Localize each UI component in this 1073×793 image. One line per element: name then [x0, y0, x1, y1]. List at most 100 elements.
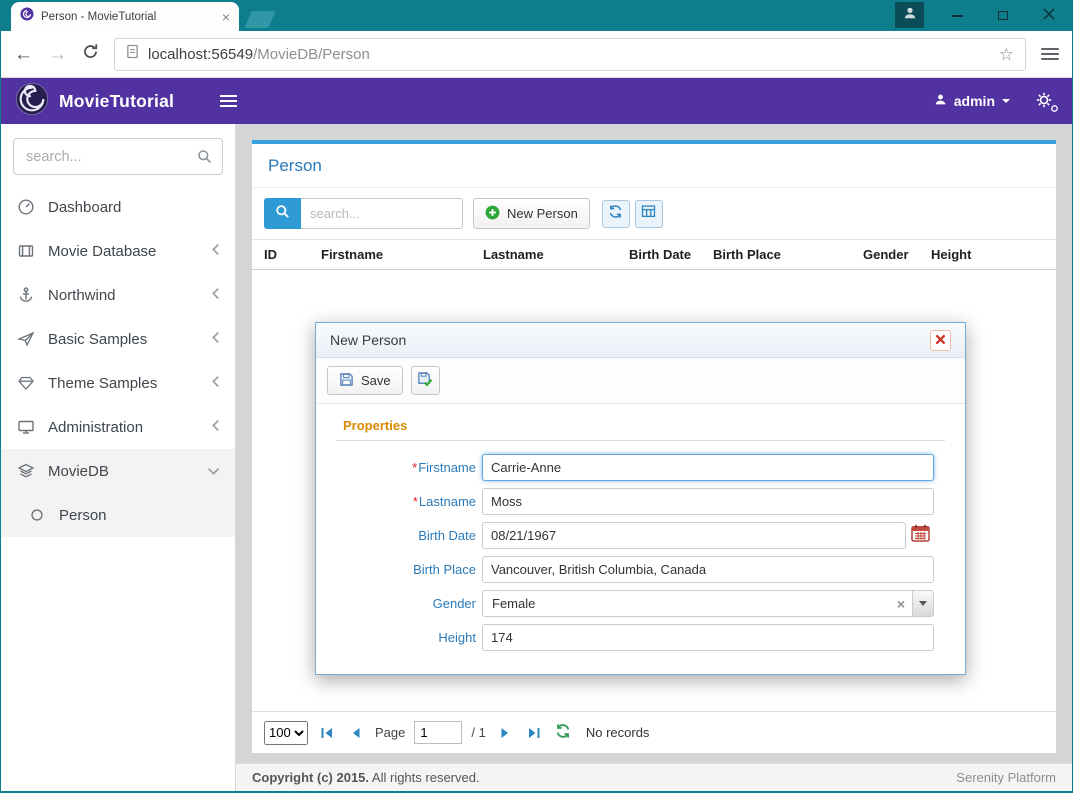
field-label-lastname: Lastname: [419, 494, 476, 509]
minimize-button[interactable]: [934, 0, 980, 31]
birth-date-input[interactable]: [482, 522, 906, 549]
save-button[interactable]: Save: [327, 366, 403, 395]
browser-menu-button[interactable]: [1041, 48, 1059, 60]
grid-toolbar-extras: [602, 200, 663, 228]
pager-refresh-button[interactable]: [553, 723, 573, 743]
sidebar-item-theme-samples[interactable]: Theme Samples: [1, 361, 235, 405]
lastname-input[interactable]: [482, 488, 934, 515]
url-text: localhost:56549/MovieDB/Person: [148, 46, 370, 63]
username: admin: [954, 93, 995, 109]
back-button[interactable]: ←: [14, 45, 33, 64]
field-row-firstname: *Firstname: [336, 454, 945, 481]
dialog-header[interactable]: New Person: [316, 323, 965, 358]
sidebar-item-movie-database[interactable]: Movie Database: [1, 229, 235, 273]
close-icon: [1043, 7, 1055, 25]
sidebar-item-person[interactable]: Person: [1, 493, 235, 537]
dialog-close-button[interactable]: [930, 330, 951, 351]
user-icon: [903, 6, 917, 25]
chevron-left-icon: [211, 287, 220, 304]
sidebar-search: [13, 138, 223, 175]
previous-page-button[interactable]: [346, 723, 366, 743]
field-row-lastname: *Lastname: [336, 488, 945, 515]
next-page-button[interactable]: [495, 723, 515, 743]
chevron-down-icon: [207, 463, 220, 480]
paper-plane-icon: [16, 330, 35, 348]
new-person-button[interactable]: New Person: [473, 198, 590, 229]
new-person-dialog: New Person Save: [315, 322, 966, 675]
column-picker-button[interactable]: [635, 200, 663, 228]
browser-tab[interactable]: Person - MovieTutorial ×: [11, 2, 239, 31]
required-marker: *: [412, 460, 417, 475]
firstname-input[interactable]: [482, 454, 934, 481]
column-header-birth-place[interactable]: Birth Place: [713, 247, 863, 262]
page-number-input[interactable]: [414, 721, 462, 744]
datepicker-button[interactable]: [911, 524, 930, 547]
search-icon: [197, 149, 212, 169]
chevron-down-icon: [919, 601, 927, 606]
sidebar-nav: Dashboard Movie Database Northwind Basic…: [1, 185, 235, 537]
field-label-birth-place: Birth Place: [336, 562, 476, 577]
browser-profile-button[interactable]: [895, 2, 924, 28]
minimize-icon: [952, 15, 963, 17]
column-header-lastname[interactable]: Lastname: [483, 247, 629, 262]
reload-button[interactable]: [82, 43, 99, 65]
forward-button[interactable]: →: [48, 45, 67, 64]
app-body: Dashboard Movie Database Northwind Basic…: [1, 124, 1072, 793]
app-header: MovieTutorial admin: [1, 78, 1072, 124]
refresh-button[interactable]: [602, 200, 630, 228]
user-icon: [934, 93, 947, 109]
circle-icon: [27, 507, 46, 523]
new-tab-button[interactable]: [244, 11, 276, 28]
user-menu-button[interactable]: admin: [934, 93, 1010, 109]
column-header-height[interactable]: Height: [931, 247, 995, 262]
sidebar-item-northwind[interactable]: Northwind: [1, 273, 235, 317]
sidebar-item-basic-samples[interactable]: Basic Samples: [1, 317, 235, 361]
settings-gears-icon: [1036, 95, 1052, 112]
field-row-height: Height: [336, 624, 945, 651]
column-header-birth-date[interactable]: Birth Date: [629, 247, 713, 262]
platform-label: Serenity Platform: [956, 770, 1056, 785]
url-path: /MovieDB/Person: [253, 46, 370, 63]
column-header-id[interactable]: ID: [264, 247, 321, 262]
close-icon: [935, 332, 946, 348]
field-row-birth-date: Birth Date: [336, 522, 945, 549]
table-columns-icon: [641, 204, 656, 224]
tab-close-icon[interactable]: ×: [222, 10, 230, 24]
column-header-gender[interactable]: Gender: [863, 247, 931, 262]
settings-button[interactable]: [1036, 92, 1058, 111]
last-page-button[interactable]: [524, 723, 544, 743]
page-size-select[interactable]: 100: [264, 721, 308, 745]
column-header-firstname[interactable]: Firstname: [321, 247, 483, 262]
page-count: / 1: [471, 725, 485, 740]
birth-place-input[interactable]: [482, 556, 934, 583]
sidebar: Dashboard Movie Database Northwind Basic…: [1, 124, 236, 791]
browser-titlebar: Person - MovieTutorial ×: [1, 0, 1072, 31]
dropdown-button[interactable]: [912, 591, 933, 616]
field-row-gender: Gender Female ×: [336, 590, 945, 617]
clear-selection-icon[interactable]: ×: [890, 596, 912, 612]
sidebar-item-dashboard[interactable]: Dashboard: [1, 185, 235, 229]
chevron-left-icon: [211, 419, 220, 436]
address-bar[interactable]: localhost:56549/MovieDB/Person ☆: [114, 38, 1026, 71]
browser-window: Person - MovieTutorial × ← →: [0, 0, 1073, 793]
search-icon: [275, 204, 290, 224]
grid-search-button[interactable]: [264, 198, 301, 229]
bookmark-star-icon[interactable]: ☆: [999, 46, 1014, 63]
sidebar-toggle-button[interactable]: [220, 95, 237, 107]
sidebar-item-administration[interactable]: Administration: [1, 405, 235, 449]
app-brand: MovieTutorial: [59, 91, 174, 112]
first-page-button[interactable]: [317, 723, 337, 743]
apply-changes-button[interactable]: [411, 366, 440, 395]
close-window-button[interactable]: [1026, 0, 1072, 31]
sidebar-search-input[interactable]: [13, 138, 223, 175]
anchor-icon: [16, 286, 35, 304]
gender-select[interactable]: Female ×: [482, 590, 934, 617]
maximize-button[interactable]: [980, 0, 1026, 31]
grid-header: ID Firstname Lastname Birth Date Birth P…: [252, 239, 1056, 270]
sidebar-item-moviedb[interactable]: MovieDB: [1, 449, 235, 493]
height-input[interactable]: [482, 624, 934, 651]
grid-search-input[interactable]: [301, 198, 463, 229]
tab-title: Person - MovieTutorial: [41, 11, 215, 23]
field-label-gender: Gender: [336, 596, 476, 611]
layers-icon: [16, 462, 35, 480]
